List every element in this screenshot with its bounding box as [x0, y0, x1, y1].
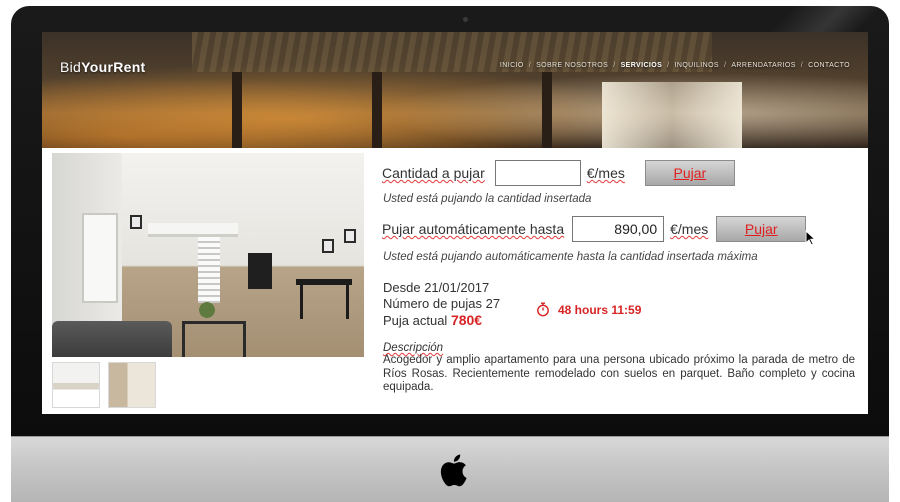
nav-separator: /: [528, 62, 532, 69]
listing-bids-count: Número de pujas 27: [383, 296, 501, 311]
description-title: Descripción: [383, 342, 444, 354]
brand-name: YourRent: [81, 59, 146, 75]
photo-frame: [344, 229, 356, 243]
screen: BidYourRent INICIO / SOBRE NOSOTROS / SE…: [42, 32, 868, 414]
auto-bid-button[interactable]: Pujar: [716, 216, 807, 242]
listing-current-bid: Puja actual 780€: [383, 312, 500, 329]
listing-info: Desde 21/01/2017 Número de pujas 27 Puja…: [383, 280, 500, 329]
listing-since: Desde 21/01/2017: [383, 280, 490, 295]
nav-item-inquilinos[interactable]: INQUILINOS: [675, 62, 719, 69]
bid-button[interactable]: Pujar: [644, 160, 735, 186]
banner-pillar: [232, 72, 242, 148]
brand-prefix: Bid: [60, 59, 82, 75]
nav-item-sobre-nosotros[interactable]: SOBRE NOSOTROS: [536, 62, 608, 69]
thumbnail-kitchen[interactable]: [52, 362, 100, 408]
countdown-text: 48 hours 11:59: [558, 302, 642, 317]
bid-button-label: Pujar: [673, 165, 707, 181]
nav-item-contacto[interactable]: CONTACTO: [808, 62, 850, 69]
photo-table: [296, 279, 352, 285]
nav-separator: /: [667, 62, 670, 69]
banner-curtain: [602, 82, 742, 148]
bid-amount-row: Cantidad a pujar €/mes Pujar: [382, 160, 735, 186]
stopwatch-icon: [537, 302, 549, 317]
photo-loft: [148, 223, 238, 237]
auto-bid-input[interactable]: [572, 216, 665, 242]
auto-bid-unit: €/mes: [670, 221, 709, 237]
countdown-timer: 48 hours 11:59: [536, 302, 641, 317]
auto-bid-button-label: Pujar: [744, 221, 778, 237]
banner-pillar: [542, 72, 552, 148]
photo-stairs: [198, 237, 220, 303]
nav-item-servicios[interactable]: SERVICIOS: [621, 62, 663, 69]
photo-cabinet: [248, 253, 272, 289]
banner-pillar: [372, 72, 382, 148]
nav-separator: /: [613, 62, 616, 69]
description-text: Acogedor y amplio apartamento para una p…: [383, 354, 855, 393]
photo-sofa: [52, 321, 172, 357]
photo-door: [82, 213, 118, 303]
photo-plant: [198, 299, 216, 321]
apple-logo-icon: [440, 454, 467, 487]
bid-amount-input[interactable]: [494, 160, 581, 186]
cursor-icon: [805, 230, 816, 246]
nav-separator: /: [800, 62, 804, 69]
auto-bid-note: Usted está pujando automáticamente hasta…: [383, 251, 758, 263]
thumbnail-bathroom[interactable]: [108, 362, 156, 408]
photo-frame: [322, 239, 334, 253]
nav-item-inicio[interactable]: INICIO: [500, 62, 524, 69]
bid-amount-unit: €/mes: [586, 165, 625, 181]
main-apartment-photo[interactable]: [52, 153, 364, 357]
auto-bid-row: Pujar automáticamente hasta €/mes Pujar: [382, 216, 807, 242]
brand-logo[interactable]: BidYourRent: [60, 59, 146, 75]
camera: [463, 17, 468, 22]
main-nav: INICIO / SOBRE NOSOTROS / SERVICIOS / IN…: [500, 62, 850, 69]
header-banner: BidYourRent INICIO / SOBRE NOSOTROS / SE…: [42, 32, 868, 148]
photo-frame: [130, 215, 142, 229]
nav-item-arrendatarios[interactable]: ARRENDATARIOS: [731, 62, 795, 69]
thumbnail-strip: [52, 362, 156, 408]
auto-bid-label: Pujar automáticamente hasta: [382, 221, 565, 237]
photo-table-leg: [300, 285, 303, 319]
photo-table-leg: [346, 285, 349, 319]
current-bid-label: Puja actual: [383, 313, 448, 328]
current-bid-price: 780€: [450, 312, 483, 328]
bid-amount-note: Usted está pujando la cantidad insertada: [383, 193, 592, 205]
photo-coffee-table: [182, 321, 246, 357]
bid-amount-label: Cantidad a pujar: [382, 165, 485, 181]
nav-separator: /: [723, 62, 727, 69]
